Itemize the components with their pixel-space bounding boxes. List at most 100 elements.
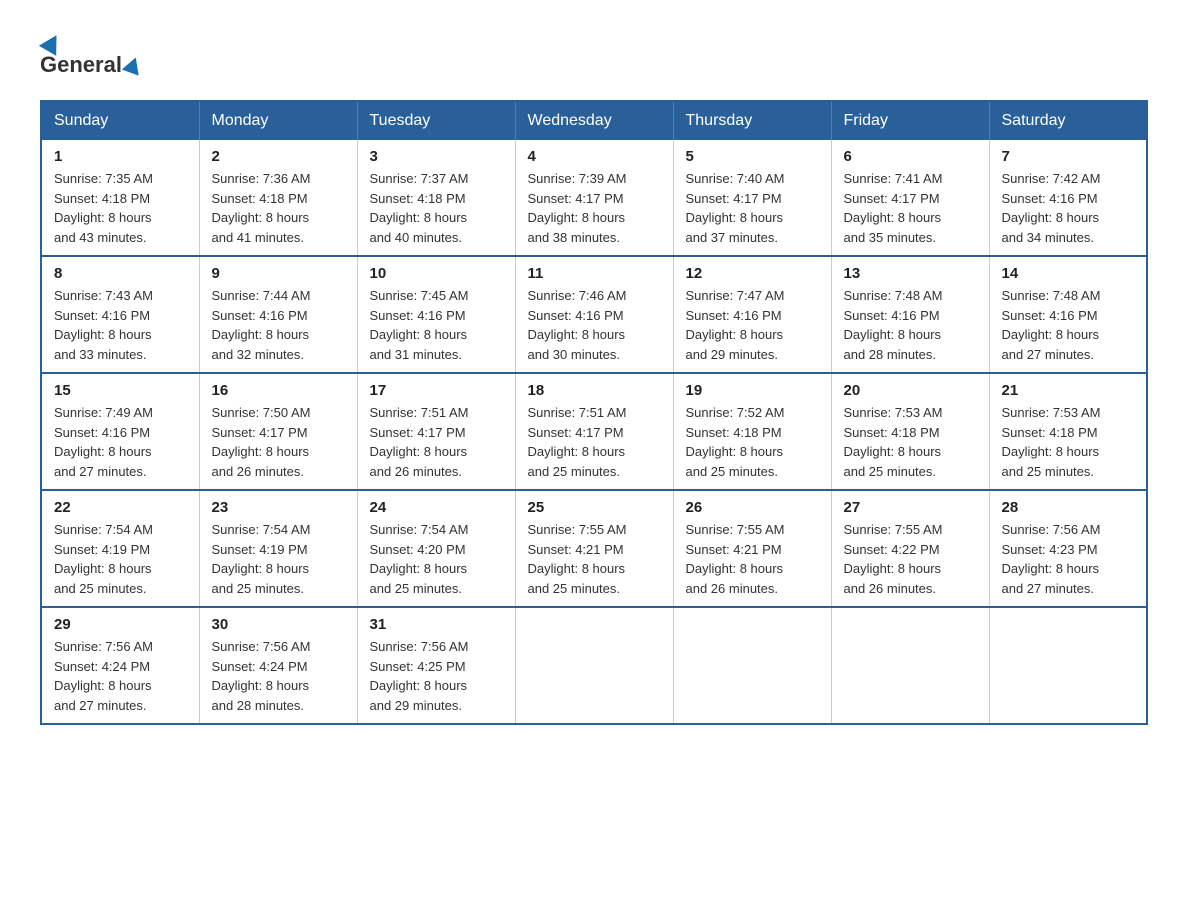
header-saturday: Saturday — [989, 101, 1147, 140]
header-sunday: Sunday — [41, 101, 199, 140]
calendar-header-row: SundayMondayTuesdayWednesdayThursdayFrid… — [41, 101, 1147, 140]
day-number: 25 — [528, 499, 661, 516]
day-info: Sunrise: 7:55 AMSunset: 4:22 PMDaylight:… — [844, 520, 977, 598]
day-info: Sunrise: 7:39 AMSunset: 4:17 PMDaylight:… — [528, 169, 661, 247]
header-monday: Monday — [199, 101, 357, 140]
header-wednesday: Wednesday — [515, 101, 673, 140]
day-number: 18 — [528, 382, 661, 399]
day-info: Sunrise: 7:44 AMSunset: 4:16 PMDaylight:… — [212, 286, 345, 364]
day-info: Sunrise: 7:51 AMSunset: 4:17 PMDaylight:… — [370, 403, 503, 481]
day-number: 20 — [844, 382, 977, 399]
calendar-cell: 28 Sunrise: 7:56 AMSunset: 4:23 PMDaylig… — [989, 490, 1147, 607]
day-info: Sunrise: 7:56 AMSunset: 4:24 PMDaylight:… — [212, 637, 345, 715]
day-info: Sunrise: 7:56 AMSunset: 4:23 PMDaylight:… — [1002, 520, 1135, 598]
calendar-cell: 13 Sunrise: 7:48 AMSunset: 4:16 PMDaylig… — [831, 256, 989, 373]
calendar-cell: 25 Sunrise: 7:55 AMSunset: 4:21 PMDaylig… — [515, 490, 673, 607]
day-number: 29 — [54, 616, 187, 633]
header-tuesday: Tuesday — [357, 101, 515, 140]
calendar-week-row: 22 Sunrise: 7:54 AMSunset: 4:19 PMDaylig… — [41, 490, 1147, 607]
day-info: Sunrise: 7:54 AMSunset: 4:19 PMDaylight:… — [212, 520, 345, 598]
calendar-cell: 30 Sunrise: 7:56 AMSunset: 4:24 PMDaylig… — [199, 607, 357, 724]
day-number: 28 — [1002, 499, 1135, 516]
day-number: 26 — [686, 499, 819, 516]
day-number: 31 — [370, 616, 503, 633]
day-info: Sunrise: 7:52 AMSunset: 4:18 PMDaylight:… — [686, 403, 819, 481]
calendar-cell — [673, 607, 831, 724]
day-info: Sunrise: 7:43 AMSunset: 4:16 PMDaylight:… — [54, 286, 187, 364]
calendar-cell: 11 Sunrise: 7:46 AMSunset: 4:16 PMDaylig… — [515, 256, 673, 373]
day-number: 17 — [370, 382, 503, 399]
calendar-cell — [515, 607, 673, 724]
calendar-week-row: 15 Sunrise: 7:49 AMSunset: 4:16 PMDaylig… — [41, 373, 1147, 490]
day-number: 4 — [528, 148, 661, 165]
calendar-cell: 9 Sunrise: 7:44 AMSunset: 4:16 PMDayligh… — [199, 256, 357, 373]
calendar-cell: 26 Sunrise: 7:55 AMSunset: 4:21 PMDaylig… — [673, 490, 831, 607]
day-info: Sunrise: 7:48 AMSunset: 4:16 PMDaylight:… — [1002, 286, 1135, 364]
calendar-cell: 8 Sunrise: 7:43 AMSunset: 4:16 PMDayligh… — [41, 256, 199, 373]
day-info: Sunrise: 7:56 AMSunset: 4:25 PMDaylight:… — [370, 637, 503, 715]
day-number: 3 — [370, 148, 503, 165]
page-header: General — [40, 30, 1148, 80]
calendar-week-row: 1 Sunrise: 7:35 AMSunset: 4:18 PMDayligh… — [41, 140, 1147, 256]
day-number: 21 — [1002, 382, 1135, 399]
day-number: 15 — [54, 382, 187, 399]
day-info: Sunrise: 7:53 AMSunset: 4:18 PMDaylight:… — [1002, 403, 1135, 481]
calendar-cell: 1 Sunrise: 7:35 AMSunset: 4:18 PMDayligh… — [41, 140, 199, 256]
header-friday: Friday — [831, 101, 989, 140]
calendar-cell: 19 Sunrise: 7:52 AMSunset: 4:18 PMDaylig… — [673, 373, 831, 490]
logo: General — [40, 30, 144, 80]
day-number: 14 — [1002, 265, 1135, 282]
day-number: 5 — [686, 148, 819, 165]
calendar-cell: 29 Sunrise: 7:56 AMSunset: 4:24 PMDaylig… — [41, 607, 199, 724]
calendar-cell — [831, 607, 989, 724]
day-info: Sunrise: 7:45 AMSunset: 4:16 PMDaylight:… — [370, 286, 503, 364]
day-number: 16 — [212, 382, 345, 399]
calendar-cell: 6 Sunrise: 7:41 AMSunset: 4:17 PMDayligh… — [831, 140, 989, 256]
day-number: 13 — [844, 265, 977, 282]
day-info: Sunrise: 7:55 AMSunset: 4:21 PMDaylight:… — [686, 520, 819, 598]
day-number: 1 — [54, 148, 187, 165]
day-number: 23 — [212, 499, 345, 516]
day-number: 12 — [686, 265, 819, 282]
calendar-cell: 2 Sunrise: 7:36 AMSunset: 4:18 PMDayligh… — [199, 140, 357, 256]
calendar-cell: 21 Sunrise: 7:53 AMSunset: 4:18 PMDaylig… — [989, 373, 1147, 490]
day-info: Sunrise: 7:53 AMSunset: 4:18 PMDaylight:… — [844, 403, 977, 481]
day-info: Sunrise: 7:46 AMSunset: 4:16 PMDaylight:… — [528, 286, 661, 364]
calendar-cell: 10 Sunrise: 7:45 AMSunset: 4:16 PMDaylig… — [357, 256, 515, 373]
calendar-cell: 18 Sunrise: 7:51 AMSunset: 4:17 PMDaylig… — [515, 373, 673, 490]
calendar-cell: 20 Sunrise: 7:53 AMSunset: 4:18 PMDaylig… — [831, 373, 989, 490]
calendar-cell: 12 Sunrise: 7:47 AMSunset: 4:16 PMDaylig… — [673, 256, 831, 373]
calendar-cell: 22 Sunrise: 7:54 AMSunset: 4:19 PMDaylig… — [41, 490, 199, 607]
calendar-cell: 17 Sunrise: 7:51 AMSunset: 4:17 PMDaylig… — [357, 373, 515, 490]
logo-general-text2: General — [40, 52, 122, 78]
calendar-cell: 3 Sunrise: 7:37 AMSunset: 4:18 PMDayligh… — [357, 140, 515, 256]
day-number: 30 — [212, 616, 345, 633]
calendar-cell: 14 Sunrise: 7:48 AMSunset: 4:16 PMDaylig… — [989, 256, 1147, 373]
day-number: 11 — [528, 265, 661, 282]
day-number: 2 — [212, 148, 345, 165]
calendar-cell: 24 Sunrise: 7:54 AMSunset: 4:20 PMDaylig… — [357, 490, 515, 607]
day-info: Sunrise: 7:54 AMSunset: 4:19 PMDaylight:… — [54, 520, 187, 598]
calendar-table: SundayMondayTuesdayWednesdayThursdayFrid… — [40, 100, 1148, 725]
calendar-week-row: 29 Sunrise: 7:56 AMSunset: 4:24 PMDaylig… — [41, 607, 1147, 724]
calendar-cell: 15 Sunrise: 7:49 AMSunset: 4:16 PMDaylig… — [41, 373, 199, 490]
day-info: Sunrise: 7:49 AMSunset: 4:16 PMDaylight:… — [54, 403, 187, 481]
day-info: Sunrise: 7:47 AMSunset: 4:16 PMDaylight:… — [686, 286, 819, 364]
day-info: Sunrise: 7:42 AMSunset: 4:16 PMDaylight:… — [1002, 169, 1135, 247]
day-number: 6 — [844, 148, 977, 165]
day-info: Sunrise: 7:54 AMSunset: 4:20 PMDaylight:… — [370, 520, 503, 598]
day-info: Sunrise: 7:41 AMSunset: 4:17 PMDaylight:… — [844, 169, 977, 247]
day-number: 7 — [1002, 148, 1135, 165]
day-info: Sunrise: 7:40 AMSunset: 4:17 PMDaylight:… — [686, 169, 819, 247]
day-number: 22 — [54, 499, 187, 516]
calendar-cell — [989, 607, 1147, 724]
calendar-cell: 4 Sunrise: 7:39 AMSunset: 4:17 PMDayligh… — [515, 140, 673, 256]
day-number: 27 — [844, 499, 977, 516]
day-number: 19 — [686, 382, 819, 399]
day-info: Sunrise: 7:35 AMSunset: 4:18 PMDaylight:… — [54, 169, 187, 247]
header-thursday: Thursday — [673, 101, 831, 140]
calendar-cell: 27 Sunrise: 7:55 AMSunset: 4:22 PMDaylig… — [831, 490, 989, 607]
calendar-cell: 31 Sunrise: 7:56 AMSunset: 4:25 PMDaylig… — [357, 607, 515, 724]
day-number: 10 — [370, 265, 503, 282]
day-info: Sunrise: 7:48 AMSunset: 4:16 PMDaylight:… — [844, 286, 977, 364]
